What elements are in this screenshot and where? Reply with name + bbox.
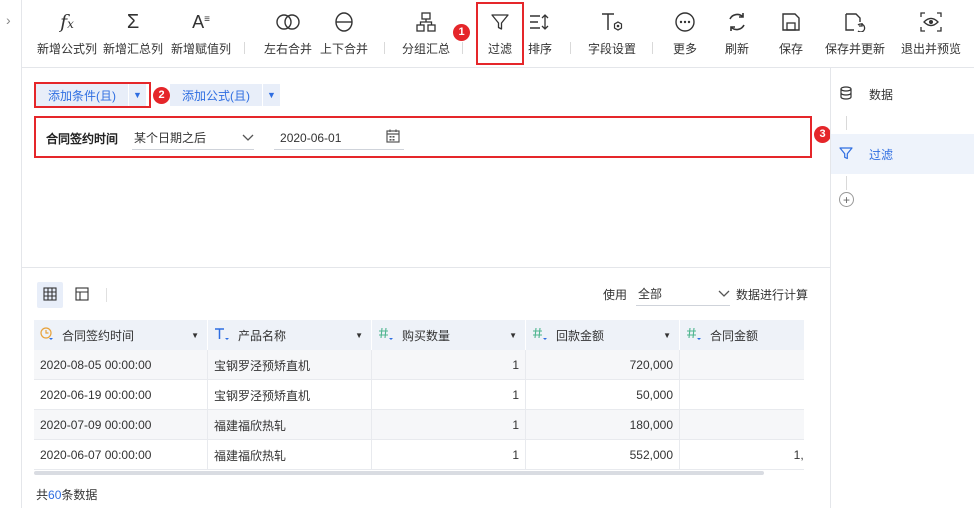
step-item-filter[interactable]: 过滤 xyxy=(831,134,974,174)
toolbar-separator xyxy=(652,42,653,54)
sort-icon xyxy=(522,8,558,36)
add-formula-button[interactable]: 添加公式(且) ▼ xyxy=(170,84,280,106)
caret-down-icon[interactable]: ▼ xyxy=(663,331,671,340)
merge-horizontal-icon xyxy=(262,8,314,36)
database-icon xyxy=(839,85,853,103)
use-data-select[interactable]: 全部 xyxy=(636,282,730,306)
save-button[interactable]: 保存 xyxy=(772,8,810,62)
table-row[interactable]: 2020-08-05 00:00:00 宝钢罗泾预矫直机 1 720,000 7… xyxy=(34,350,804,380)
field-settings-icon xyxy=(584,8,640,36)
group-summary-button[interactable]: 分组汇总 xyxy=(398,8,454,62)
toolbar-separator xyxy=(244,42,245,54)
step-badge-2: 2 xyxy=(153,87,170,104)
save-and-update-button[interactable]: 保存并更新 xyxy=(822,8,888,62)
save-icon xyxy=(772,8,810,36)
sort-button[interactable]: 排序 xyxy=(522,8,558,62)
table-header-row: 合同签约时间 ▼ 产品名称 ▼ 购买数量 ▼ 回款金额 ▼ 合同金额 xyxy=(34,320,804,350)
caret-down-icon[interactable]: ▼ xyxy=(509,331,517,340)
toolbar-separator xyxy=(462,42,463,54)
column-header-product-name[interactable]: 产品名称 ▼ xyxy=(208,320,372,350)
chevron-right-icon[interactable]: › xyxy=(6,12,11,28)
right-steps-panel: 数据 过滤 + xyxy=(830,68,974,508)
toolbar-separator xyxy=(384,42,385,54)
assign-icon: A ≡ xyxy=(192,11,210,32)
grid-view-button[interactable] xyxy=(37,282,63,308)
table-row[interactable]: 2020-07-09 00:00:00 福建福欣热轧 1 180,000 18 xyxy=(34,410,804,440)
column-header-contract-date[interactable]: 合同签约时间 ▼ xyxy=(34,320,208,350)
add-formula-column-button[interactable]: fx 新增公式列 xyxy=(36,8,98,62)
column-header-payment-amount[interactable]: 回款金额 ▼ xyxy=(526,320,680,350)
layout-icon xyxy=(75,286,89,304)
filter-icon xyxy=(839,146,853,163)
merge-vertical-icon xyxy=(318,8,370,36)
use-label: 使用 xyxy=(603,288,628,302)
caret-down-icon[interactable]: ▼ xyxy=(191,331,199,340)
column-header-purchase-quantity[interactable]: 购买数量 ▼ xyxy=(372,320,526,350)
step-item-data[interactable]: 数据 xyxy=(831,74,974,114)
table-body: 2020-08-05 00:00:00 宝钢罗泾预矫直机 1 720,000 7… xyxy=(34,350,804,470)
fx-icon: fx xyxy=(60,11,74,33)
number-type-icon xyxy=(686,327,702,344)
column-header-contract-amount[interactable]: 合同金额 xyxy=(680,320,804,350)
chevron-down-icon xyxy=(718,287,730,301)
filter-button-highlight xyxy=(476,2,524,65)
add-condition-highlight xyxy=(34,82,151,108)
layout-view-button[interactable] xyxy=(69,282,95,308)
add-summary-column-button[interactable]: Σ 新增汇总列 xyxy=(102,8,164,62)
field-settings-button[interactable]: 字段设置 xyxy=(584,8,640,62)
table-row[interactable]: 2020-06-19 00:00:00 宝钢罗泾预矫直机 1 50,000 5 xyxy=(34,380,804,410)
group-icon xyxy=(398,8,454,36)
horizontal-scrollbar[interactable] xyxy=(34,471,764,475)
sigma-icon: Σ xyxy=(126,10,140,33)
more-button[interactable]: 更多 xyxy=(666,8,704,62)
data-preview-panel: 使用 全部 数据进行计算 合同签约时间 ▼ 产品名称 ▼ 购买数量 ▼ 回款金额… xyxy=(22,268,830,508)
view-separator xyxy=(106,288,107,302)
step-connector xyxy=(846,176,847,190)
step-badge-1: 1 xyxy=(453,24,470,41)
toolbar-separator xyxy=(570,42,571,54)
condition-row-highlight xyxy=(34,116,812,158)
number-type-icon xyxy=(378,327,394,344)
exit-and-preview-button[interactable]: 退出并预览 xyxy=(898,8,964,62)
row-count-footer: 共60条数据 xyxy=(36,488,98,502)
number-type-icon xyxy=(532,327,548,344)
left-collapse-strip[interactable]: › xyxy=(0,0,22,508)
add-step-icon[interactable]: + xyxy=(839,192,854,207)
text-type-icon xyxy=(214,327,230,344)
step-connector xyxy=(846,116,847,130)
refresh-button[interactable]: 刷新 xyxy=(718,8,756,62)
add-assign-column-button[interactable]: A ≡ 新增赋值列 xyxy=(170,8,232,62)
save-update-icon xyxy=(822,8,888,36)
preview-icon xyxy=(898,8,964,36)
table-grid-icon xyxy=(43,286,57,304)
merge-horizontal-button[interactable]: 左右合并 xyxy=(262,8,314,62)
use-suffix-label: 数据进行计算 xyxy=(736,288,809,302)
table-row[interactable]: 2020-06-07 00:00:00 福建福欣热轧 1 552,000 1,8… xyxy=(34,440,804,470)
refresh-icon xyxy=(718,8,756,36)
caret-down-icon[interactable]: ▼ xyxy=(355,331,363,340)
date-type-icon xyxy=(40,326,54,344)
more-icon xyxy=(666,8,704,36)
merge-vertical-button[interactable]: 上下合并 xyxy=(318,8,370,62)
data-table: 合同签约时间 ▼ 产品名称 ▼ 购买数量 ▼ 回款金额 ▼ 合同金额 2020-… xyxy=(34,320,804,470)
step-badge-3: 3 xyxy=(814,126,831,143)
caret-down-icon[interactable]: ▼ xyxy=(262,84,280,106)
